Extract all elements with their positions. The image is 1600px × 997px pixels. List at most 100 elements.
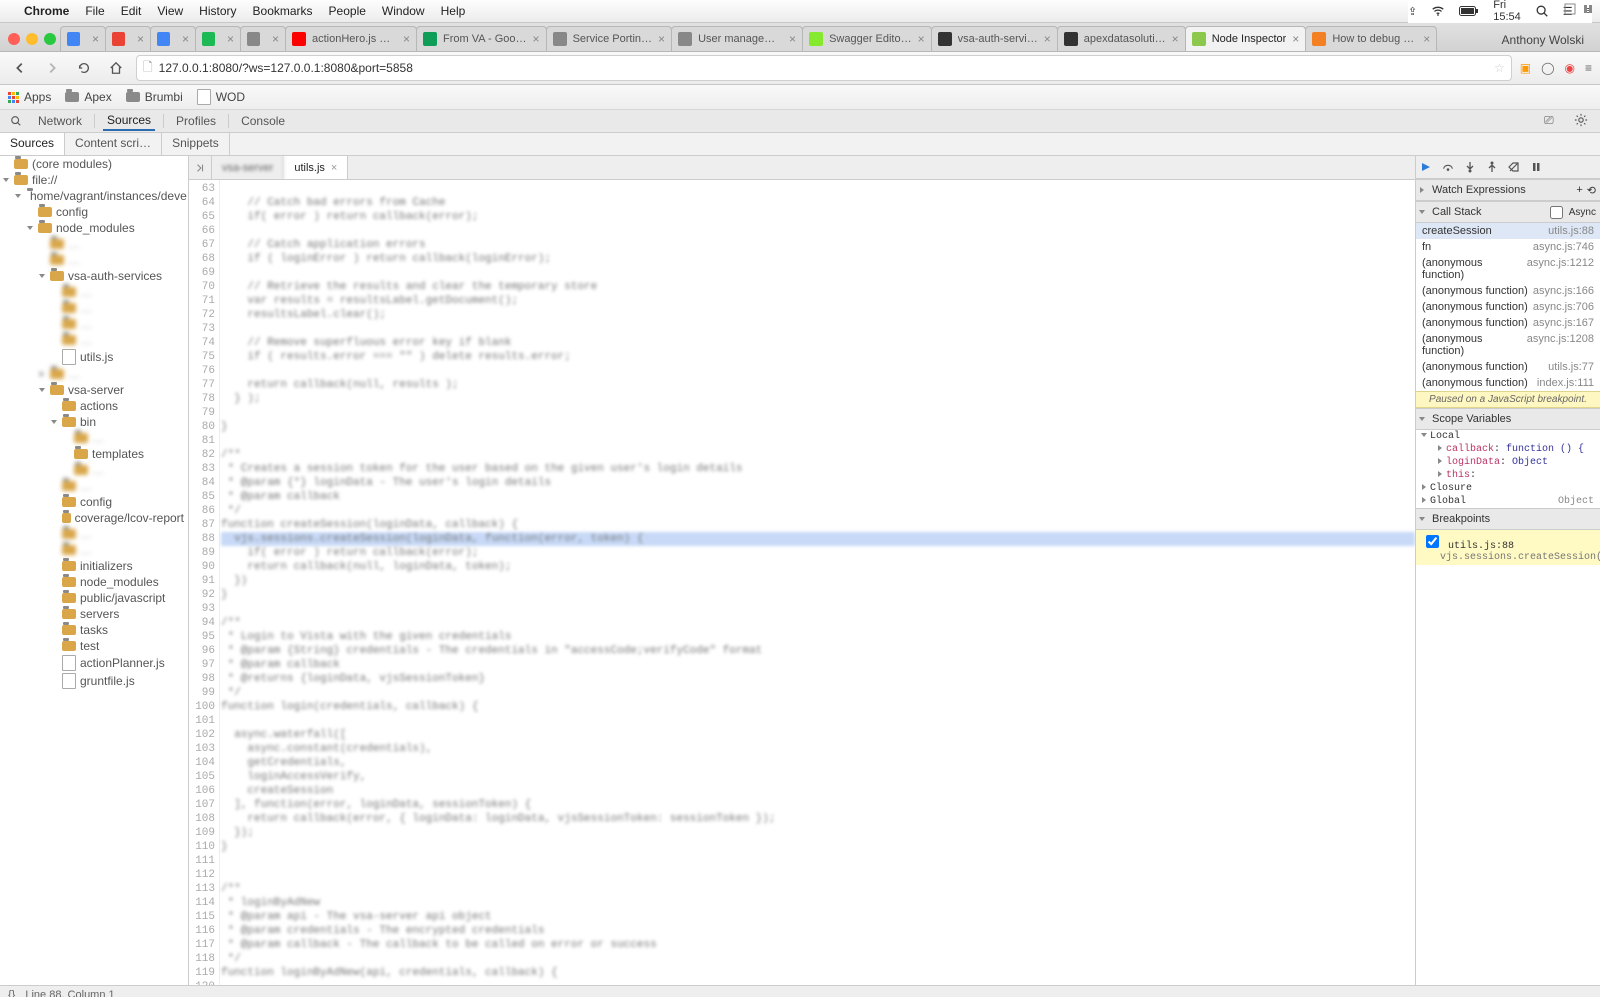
- extension-icon-3[interactable]: ◉: [1565, 61, 1575, 75]
- apps-button[interactable]: Apps: [8, 90, 51, 104]
- code-line[interactable]: * @param {*} loginData - The user's logi…: [221, 476, 1415, 490]
- menu-window[interactable]: Window: [382, 4, 425, 18]
- toggle-breakpoint-icon[interactable]: [1564, 3, 1576, 15]
- code-line[interactable]: return callback(null, results );: [221, 378, 1415, 392]
- forward-button[interactable]: [40, 56, 64, 80]
- folder-item[interactable]: …: [0, 300, 188, 316]
- folder-item[interactable]: tasks: [0, 622, 188, 638]
- code-line[interactable]: }: [221, 420, 1415, 434]
- step-into-button[interactable]: [1464, 161, 1476, 173]
- bookmark-folder-brumbi[interactable]: Brumbi: [126, 90, 183, 104]
- file-item[interactable]: actionPlanner.js: [0, 654, 188, 672]
- file-item[interactable]: gruntfile.js: [0, 672, 188, 690]
- window-zoom-button[interactable]: [44, 33, 56, 45]
- tab-close-icon[interactable]: ×: [137, 32, 144, 46]
- resume-button[interactable]: [1420, 161, 1432, 173]
- tab-close-icon[interactable]: ×: [272, 32, 279, 46]
- callstack-header[interactable]: Call StackAsync: [1416, 201, 1600, 223]
- wifi-icon[interactable]: [1431, 4, 1445, 18]
- step-out-button[interactable]: [1486, 161, 1498, 173]
- folder-item[interactable]: public/javascript: [0, 590, 188, 606]
- devtab-console[interactable]: Console: [237, 112, 289, 130]
- app-name[interactable]: Chrome: [24, 4, 69, 18]
- code-line[interactable]: return callback(null, loginData, token);: [221, 560, 1415, 574]
- code-line[interactable]: }): [221, 574, 1415, 588]
- code-line[interactable]: * Creates a session token for the user b…: [221, 462, 1415, 476]
- browser-tab[interactable]: Node Inspector×: [1185, 26, 1307, 51]
- back-button[interactable]: [8, 56, 32, 80]
- browser-tab[interactable]: How to debug N…×: [1305, 26, 1437, 51]
- folder-item[interactable]: coverage/lcov-report: [0, 510, 188, 526]
- extension-icon-1[interactable]: ▣: [1520, 61, 1531, 75]
- folder-item[interactable]: …: [0, 526, 188, 542]
- editor-tab-utils[interactable]: utils.js×: [284, 156, 348, 179]
- clock[interactable]: Fri 15:54: [1493, 0, 1521, 23]
- code-line[interactable]: resultsLabel.clear();: [221, 308, 1415, 322]
- browser-tab[interactable]: ×: [150, 26, 196, 51]
- code-line[interactable]: * @param credentials - The encrypted cre…: [221, 924, 1415, 938]
- menu-bookmarks[interactable]: Bookmarks: [253, 4, 313, 18]
- code-line[interactable]: return callback(error, { loginData: logi…: [221, 812, 1415, 826]
- code-line[interactable]: createSession: [221, 784, 1415, 798]
- folder-item[interactable]: node_modules: [0, 574, 188, 590]
- browser-tab[interactable]: vsa-auth-servi…×: [931, 26, 1058, 51]
- scope-variable[interactable]: loginData: Object: [1416, 456, 1600, 469]
- code-line[interactable]: [221, 364, 1415, 378]
- folder-item[interactable]: actions: [0, 398, 188, 414]
- browser-tab[interactable]: ×: [105, 26, 151, 51]
- scope-global[interactable]: GlobalObject: [1416, 495, 1600, 508]
- file-navigator[interactable]: (core modules)file://home/vagrant/instan…: [0, 156, 189, 985]
- folder-item[interactable]: config: [0, 204, 188, 220]
- bookmark-wod[interactable]: WOD: [197, 89, 245, 105]
- devtab-network[interactable]: Network: [34, 112, 86, 130]
- code-line[interactable]: loginAccessVerify,: [221, 770, 1415, 784]
- folder-item[interactable]: servers: [0, 606, 188, 622]
- browser-tab[interactable]: Service Portin…×: [546, 26, 673, 51]
- code-line[interactable]: if( error ) return callback(error);: [221, 210, 1415, 224]
- toggle-drawer-icon[interactable]: ⎚: [1540, 111, 1564, 131]
- tab-close-icon[interactable]: ×: [92, 32, 99, 46]
- folder-item[interactable]: …: [0, 236, 188, 252]
- menu-history[interactable]: History: [199, 4, 236, 18]
- tab-close-icon[interactable]: ×: [1172, 32, 1179, 46]
- folder-item[interactable]: home/vagrant/instances/deve…: [0, 188, 188, 204]
- pause-icon[interactable]: [1582, 3, 1594, 15]
- code-line[interactable]: * @param {String} credentials - The cred…: [221, 644, 1415, 658]
- code-line[interactable]: [221, 224, 1415, 238]
- address-bar[interactable]: 🗋 127.0.0.1:8080/?ws=127.0.0.1:8080&port…: [136, 55, 1512, 81]
- code-line[interactable]: [221, 434, 1415, 448]
- folder-item[interactable]: (core modules): [0, 156, 188, 172]
- folder-item[interactable]: …: [0, 366, 188, 382]
- folder-item[interactable]: test: [0, 638, 188, 654]
- folder-item[interactable]: …: [0, 542, 188, 558]
- browser-tab[interactable]: Swagger Edito…×: [802, 26, 932, 51]
- settings-icon[interactable]: [1570, 111, 1594, 131]
- folder-item[interactable]: …: [0, 430, 188, 446]
- browser-tab[interactable]: actionHero.js D…×: [285, 26, 417, 51]
- browser-tab[interactable]: User managem…×: [671, 26, 803, 51]
- code-line[interactable]: * @param callback: [221, 490, 1415, 504]
- editor-tab-vsa-server[interactable]: vsa-server: [212, 156, 284, 179]
- folder-item[interactable]: vsa-auth-services: [0, 268, 188, 284]
- code-line[interactable]: [221, 406, 1415, 420]
- tab-close-icon[interactable]: ×: [1292, 32, 1299, 46]
- code-line[interactable]: * Login to Vista with the given credenti…: [221, 630, 1415, 644]
- code-line[interactable]: [221, 266, 1415, 280]
- scope-header[interactable]: Scope Variables: [1416, 408, 1600, 430]
- folder-item[interactable]: …: [0, 316, 188, 332]
- tab-close-icon[interactable]: ×: [182, 32, 189, 46]
- code-line[interactable]: }: [221, 840, 1415, 854]
- browser-tab[interactable]: ×: [195, 26, 241, 51]
- code-editor[interactable]: 6364656667686970717273747576777879808182…: [189, 180, 1415, 985]
- code-line[interactable]: [221, 182, 1415, 196]
- code-line[interactable]: [221, 854, 1415, 868]
- bookmark-folder-apex[interactable]: Apex: [65, 90, 111, 104]
- nav-history-icon[interactable]: [189, 156, 212, 179]
- chrome-menu-button[interactable]: ≡: [1585, 61, 1592, 75]
- srctab-content-scripts[interactable]: Content scri…: [65, 133, 162, 155]
- spotlight-icon[interactable]: [1535, 4, 1549, 18]
- folder-item[interactable]: node_modules: [0, 220, 188, 236]
- code-line[interactable]: } );: [221, 392, 1415, 406]
- folder-item[interactable]: templates: [0, 446, 188, 462]
- step-over-button[interactable]: [1442, 161, 1454, 173]
